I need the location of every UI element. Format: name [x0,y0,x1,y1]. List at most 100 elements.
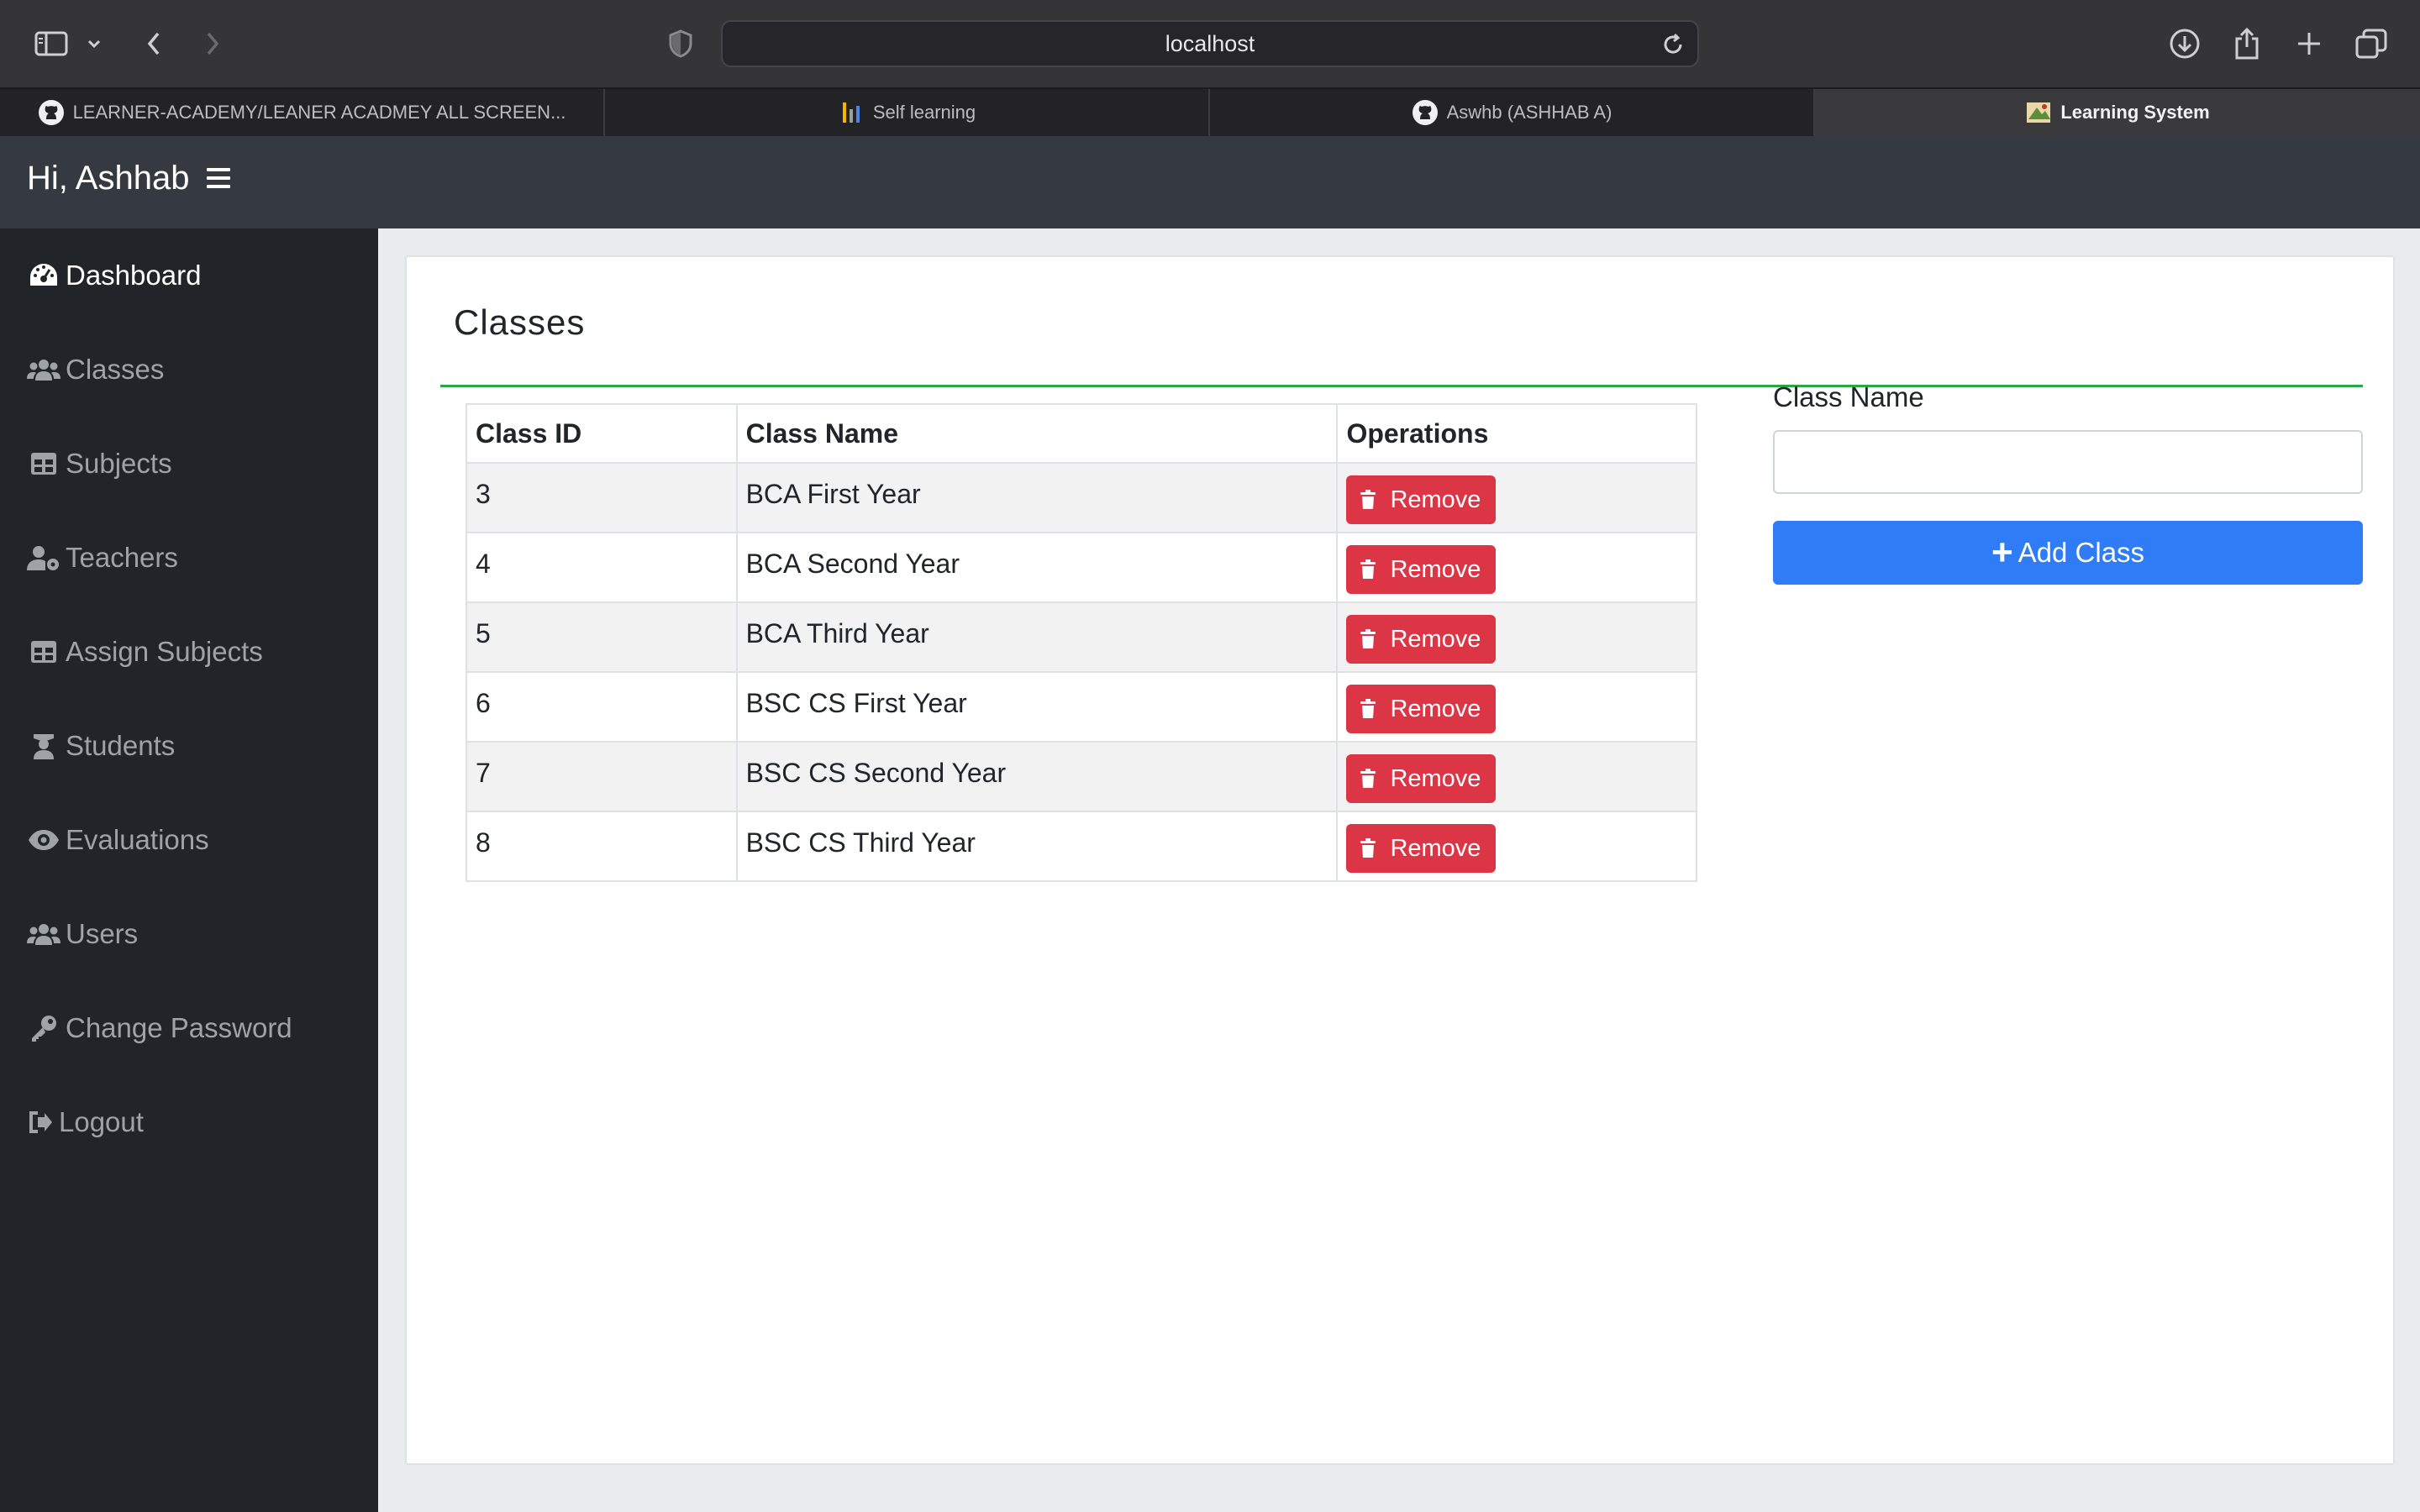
users-icon [27,917,60,951]
back-icon[interactable] [139,25,168,62]
add-class-label: Add Class [2018,537,2145,568]
trash-icon [1360,629,1383,649]
trash-icon [1360,559,1383,580]
reload-icon[interactable] [1660,32,1686,57]
sidebar-item-label: Change Password [66,1012,292,1043]
sidebar-item-label: Logout [59,1106,144,1137]
share-icon[interactable] [2228,25,2265,62]
tab-label: Aswhb (ASHHAB A) [1446,102,1612,123]
remove-button[interactable]: Remove [1346,545,1497,594]
operations-cell: Remove [1336,671,1697,743]
classes-card: Classes Class ID Class Name Operations 3… [405,255,2395,1465]
tab-overview-icon[interactable] [2353,25,2390,62]
forward-icon[interactable] [198,25,227,62]
sidebar-item-students[interactable]: Students [27,721,175,771]
table-row: 3 BCA First Year Remove [466,462,1697,533]
address-text[interactable]: localhost [723,22,1697,66]
class-name-label: Class Name [1773,381,1924,412]
chevron-down-icon[interactable] [84,25,104,62]
table-row: 8 BSC CS Third Year Remove [466,811,1697,882]
class-id-cell: 7 [466,741,738,812]
table-body: 3 BCA First Year Remove 4 BCA Second Year Rem… [466,462,1697,882]
tab-self-learning[interactable]: Self learning [605,89,1210,136]
table-row: 6 BSC CS First Year Remove [466,671,1697,743]
class-id-cell: 4 [466,532,738,603]
hamburger-icon[interactable] [207,168,230,193]
sidebar-item-teachers[interactable]: Teachers [27,533,178,583]
sidebar-item-dashboard[interactable]: Dashboard [27,250,201,301]
address-bar[interactable]: localhost [721,20,1699,67]
remove-label: Remove [1390,695,1481,722]
github-icon [1412,99,1439,126]
new-tab-icon[interactable] [2291,25,2328,62]
sidebar-toggle-icon[interactable] [32,25,71,62]
table-header-row: Class ID Class Name Operations [466,403,1697,464]
remove-label: Remove [1390,486,1481,513]
class-id-cell: 8 [466,811,738,882]
table-row: 5 BCA Third Year Remove [466,601,1697,673]
remove-button[interactable]: Remove [1346,824,1497,873]
dashboard-icon [27,259,60,292]
tab-github-repo[interactable]: LEARNER-ACADEMY/LEANER ACADMEY ALL SCREE… [0,89,605,136]
tab-label: LEARNER-ACADEMY/LEANER ACADMEY ALL SCREE… [72,102,566,123]
column-header: Class Name [735,403,1339,464]
shield-icon[interactable] [664,25,697,62]
operations-cell: Remove [1336,811,1697,882]
trash-icon [1360,490,1383,510]
user-greeting: Hi, Ashhab [27,160,190,197]
class-name-cell: BSC CS Third Year [735,811,1339,882]
users-icon [27,353,60,386]
graduate-icon [27,729,60,763]
operations-cell: Remove [1336,601,1697,673]
sidebar-item-label: Users [66,918,139,949]
class-name-cell: BCA Second Year [735,532,1339,603]
table-icon [27,635,60,669]
operations-cell: Remove [1336,462,1697,533]
key-icon [27,1011,60,1045]
app-favicon-icon [2025,99,2052,126]
eye-icon [27,823,60,857]
remove-label: Remove [1390,625,1481,653]
trash-icon [1360,699,1383,719]
trash-icon [1360,838,1383,858]
table-row: 4 BCA Second Year Remove [466,532,1697,603]
remove-button[interactable]: Remove [1346,685,1497,733]
remove-button[interactable]: Remove [1346,615,1497,664]
sidebar-item-label: Students [66,730,176,761]
tab-label: Self learning [872,102,976,123]
sidebar-item-label: Subjects [66,448,172,479]
class-name-cell: BSC CS Second Year [735,741,1339,812]
sidebar-item-users[interactable]: Users [27,909,138,959]
tab-github-profile[interactable]: Aswhb (ASHHAB A) [1210,89,1815,136]
trash-icon [1360,769,1383,789]
remove-button[interactable]: Remove [1346,475,1497,524]
table-icon [27,447,60,480]
sidebar-item-label: Assign Subjects [66,636,263,667]
tab-learning-system[interactable]: Learning System [1815,89,2420,136]
add-class-button[interactable]: + Add Class [1773,521,2363,585]
main-content: Classes Class ID Class Name Operations 3… [378,228,2420,1512]
class-name-cell: BCA Third Year [735,601,1339,673]
sidebar-item-classes[interactable]: Classes [27,344,164,395]
sidebar: Dashboard Classes Subjects Teachers Assi… [0,228,378,1512]
sidebar-item-change-password[interactable]: Change Password [27,1003,292,1053]
remove-button[interactable]: Remove [1346,754,1497,803]
sidebar-item-label: Evaluations [66,824,209,855]
sidebar-item-evaluations[interactable]: Evaluations [27,815,209,865]
class-id-cell: 3 [466,462,738,533]
download-icon[interactable] [2166,25,2203,62]
github-icon [38,99,65,126]
tab-bar: LEARNER-ACADEMY/LEANER ACADMEY ALL SCREE… [0,87,2420,136]
sidebar-item-logout[interactable]: Logout [27,1097,144,1147]
sidebar-item-subjects[interactable]: Subjects [27,438,172,489]
sidebar-item-label: Dashboard [66,260,202,291]
remove-label: Remove [1390,555,1481,583]
remove-label: Remove [1390,834,1481,862]
user-cog-icon [27,541,60,575]
class-name-input[interactable] [1773,430,2363,494]
class-id-cell: 5 [466,601,738,673]
bar-chart-icon [838,99,865,126]
operations-cell: Remove [1336,741,1697,812]
sidebar-item-assign-subjects[interactable]: Assign Subjects [27,627,263,677]
remove-label: Remove [1390,764,1481,792]
